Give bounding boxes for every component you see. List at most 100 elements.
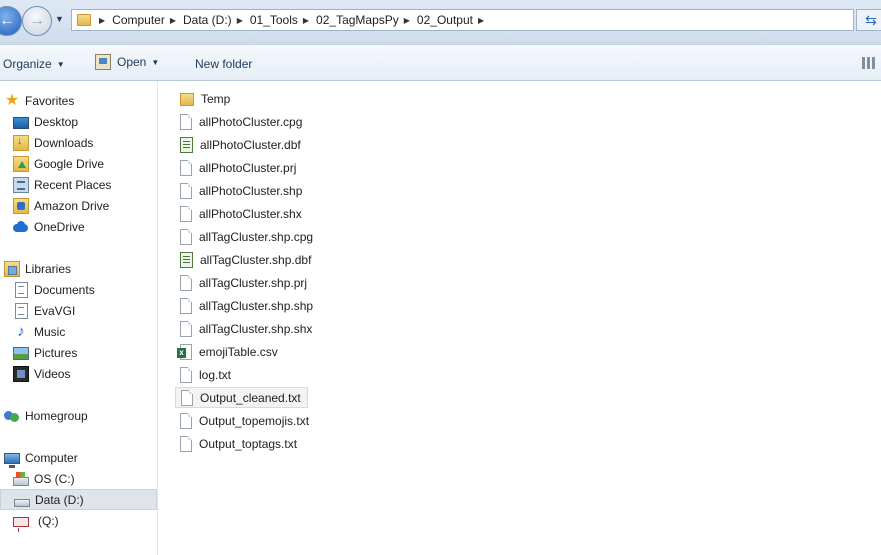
pictures-icon (13, 346, 29, 360)
file-icon (180, 205, 192, 222)
chevron-right-icon[interactable]: ▶ (474, 16, 490, 25)
nav-item-downloads[interactable]: Downloads (0, 132, 157, 153)
breadcrumb-02-output[interactable]: 02_Output (416, 13, 474, 27)
nav-item-recent-places[interactable]: Recent Places (0, 174, 157, 195)
downloads-icon (13, 134, 29, 151)
star-icon: ★ (4, 91, 20, 109)
nav-item-videos[interactable]: Videos (0, 363, 157, 384)
nav-item-amazon-drive[interactable]: Amazon Drive (0, 195, 157, 216)
refresh-button[interactable]: ⇆ (856, 9, 881, 31)
nav-label: Videos (34, 366, 71, 381)
nav-label: Recent Places (34, 177, 112, 192)
nav-label: Pictures (34, 345, 78, 360)
file-name: emojiTable.csv (199, 344, 278, 359)
nav-item-q-drive[interactable]: (Q:) (0, 510, 157, 532)
breadcrumb-01-tools[interactable]: 01_Tools (249, 13, 299, 27)
file-name: allTagCluster.shp.cpg (199, 229, 314, 244)
nav-item-google-drive[interactable]: Google Drive (0, 153, 157, 174)
file-item[interactable]: Output_toptags.txt (175, 433, 303, 454)
nav-label: EvaVGI (34, 303, 76, 318)
breadcrumb-data-drive[interactable]: Data (D:) (182, 13, 233, 27)
file-item[interactable]: allPhotoCluster.shx (175, 203, 308, 224)
address-bar: ← → ▼ ▶ Computer ▶ Data (D:) ▶ 01_Tools … (0, 0, 881, 44)
file-item[interactable]: allPhotoCluster.cpg (175, 111, 308, 132)
chevron-right-icon[interactable]: ▶ (233, 16, 249, 25)
navigation-pane: ★ Favorites Desktop Downloads Google Dri… (0, 81, 158, 555)
nav-label: OS (C:) (34, 471, 75, 486)
file-icon (180, 182, 192, 199)
refresh-icon: ⇆ (865, 11, 877, 28)
chevron-down-icon[interactable]: ▼ (151, 58, 159, 67)
nav-label: Computer (25, 450, 78, 465)
nav-label: Libraries (25, 261, 72, 276)
file-item[interactable]: allPhotoCluster.shp (175, 180, 308, 201)
nav-item-music[interactable]: ♪ Music (0, 321, 157, 342)
file-icon (180, 113, 192, 130)
file-item[interactable]: allPhotoCluster.prj (175, 157, 302, 178)
nav-label: Favorites (25, 93, 75, 108)
nav-item-evavgi[interactable]: EvaVGI (0, 300, 157, 321)
forward-arrow-icon: → (29, 12, 45, 29)
forward-button[interactable]: → (22, 6, 52, 36)
breadcrumb-02-tagmapspy[interactable]: 02_TagMapsPy (315, 13, 400, 27)
file-name: allPhotoCluster.shx (199, 206, 302, 221)
file-item[interactable]: log.txt (175, 364, 237, 385)
chevron-right-icon[interactable]: ▶ (166, 16, 182, 25)
file-name: Output_toptags.txt (199, 436, 298, 451)
nav-favorites[interactable]: ★ Favorites (0, 90, 157, 111)
file-item[interactable]: allTagCluster.shp.cpg (175, 226, 319, 247)
file-name: allTagCluster.shp.dbf (200, 252, 312, 267)
open-button[interactable]: Open ▼ (95, 54, 159, 70)
library-icon (15, 302, 28, 319)
breadcrumb-computer[interactable]: Computer (111, 13, 166, 27)
computer-icon (4, 452, 20, 468)
back-button[interactable]: ← (0, 6, 22, 36)
nav-item-pictures[interactable]: Pictures (0, 342, 157, 363)
folder-item[interactable]: Temp (175, 88, 236, 109)
file-icon (180, 297, 192, 314)
breadcrumb[interactable]: ▶ Computer ▶ Data (D:) ▶ 01_Tools ▶ 02_T… (71, 9, 854, 31)
file-name: allTagCluster.shp.shx (199, 321, 313, 336)
change-view-icon[interactable] (862, 57, 875, 69)
nav-label: Music (34, 324, 66, 339)
file-item[interactable]: allTagCluster.shp.shp (175, 295, 319, 316)
file-name: Output_topemojis.txt (199, 413, 310, 428)
network-drive-icon (13, 517, 29, 532)
new-folder-button[interactable]: New folder (195, 57, 252, 71)
chevron-right-icon[interactable]: ▶ (95, 16, 111, 25)
recent-locations-button[interactable]: ▼ (55, 14, 64, 24)
file-item[interactable]: emojiTable.csv (175, 341, 284, 362)
chevron-right-icon[interactable]: ▶ (299, 16, 315, 25)
file-item[interactable]: allTagCluster.shp.prj (175, 272, 313, 293)
google-drive-icon (13, 155, 29, 172)
file-name: allPhotoCluster.prj (199, 160, 297, 175)
amazon-drive-icon (13, 197, 29, 214)
nav-item-os-drive[interactable]: OS (C:) (0, 468, 157, 489)
nav-item-onedrive[interactable]: OneDrive (0, 216, 157, 237)
chevron-right-icon[interactable]: ▶ (400, 16, 416, 25)
organize-button[interactable]: Organize ▼ (3, 57, 65, 71)
database-file-icon (180, 136, 193, 153)
os-drive-icon (13, 471, 29, 486)
file-item[interactable]: allTagCluster.shp.shx (175, 318, 318, 339)
file-icon (180, 159, 192, 176)
file-item[interactable]: allTagCluster.shp.dbf (175, 249, 317, 270)
file-icon (180, 366, 192, 383)
nav-item-desktop[interactable]: Desktop (0, 111, 157, 132)
file-item[interactable]: Output_cleaned.txt (175, 387, 308, 408)
file-name: allTagCluster.shp.prj (199, 275, 308, 290)
file-name: Temp (201, 91, 231, 106)
nav-label: (Q:) (38, 513, 59, 528)
recent-places-icon (13, 176, 29, 193)
database-file-icon (180, 251, 193, 268)
homegroup-icon (4, 408, 20, 424)
nav-computer[interactable]: Computer (0, 447, 157, 468)
nav-item-data-drive[interactable]: Data (D:) (0, 489, 157, 510)
nav-homegroup[interactable]: Homegroup (0, 405, 157, 426)
excel-file-icon (177, 343, 192, 360)
file-name: log.txt (199, 367, 232, 382)
nav-libraries[interactable]: Libraries (0, 258, 157, 279)
file-item[interactable]: Output_topemojis.txt (175, 410, 315, 431)
nav-item-documents[interactable]: Documents (0, 279, 157, 300)
file-item[interactable]: allPhotoCluster.dbf (175, 134, 307, 155)
